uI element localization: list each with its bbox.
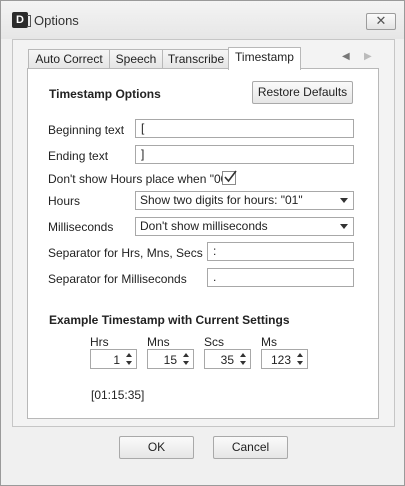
spin-down-icon[interactable] — [240, 361, 246, 365]
example-timestamp-heading: Example Timestamp with Current Settings — [49, 313, 290, 327]
spin-down-icon[interactable] — [126, 361, 132, 365]
dont-show-hours-checkbox[interactable] — [222, 170, 237, 185]
ending-text-input[interactable]: ] — [135, 145, 354, 164]
beginning-text-label: Beginning text — [48, 123, 125, 137]
tab-auto-correct[interactable]: Auto Correct — [28, 49, 110, 69]
separator-ms-input[interactable]: . — [207, 268, 354, 287]
cancel-button[interactable]: Cancel — [213, 436, 288, 459]
timestamp-options-heading: Timestamp Options — [49, 87, 161, 101]
dropdown-arrow-icon — [340, 224, 348, 229]
tab-transcribe[interactable]: Transcribe — [162, 49, 230, 69]
tab-scroll-right-icon[interactable]: ▶ — [364, 51, 372, 62]
separator-ms-label: Separator for Milliseconds — [48, 272, 187, 286]
checkmark-icon — [224, 170, 237, 183]
separator-hms-input[interactable]: : — [207, 242, 354, 261]
window-title: Options — [34, 13, 79, 28]
milliseconds-selected-value: Don't show milliseconds — [140, 219, 268, 233]
close-button[interactable]: ✕ — [366, 13, 396, 30]
hours-select[interactable]: Show two digits for hours: "01" — [135, 191, 354, 210]
spin-up-icon[interactable] — [240, 353, 246, 357]
hrs-spinner[interactable]: 1 — [90, 349, 137, 369]
dropdown-arrow-icon — [340, 198, 348, 203]
ok-button[interactable]: OK — [119, 436, 194, 459]
scs-value: 35 — [220, 353, 234, 367]
scs-label: Scs — [204, 335, 225, 349]
mns-spinner[interactable]: 15 — [147, 349, 194, 369]
ms-value: 123 — [270, 353, 291, 367]
ms-label: Ms — [261, 335, 277, 349]
app-icon: D — [12, 12, 31, 28]
hours-label: Hours — [48, 194, 81, 208]
tab-timestamp[interactable]: Timestamp — [228, 47, 301, 70]
separator-hms-label: Separator for Hrs, Mns, Secs — [48, 246, 203, 260]
hours-selected-value: Show two digits for hours: "01" — [140, 193, 303, 207]
spin-down-icon[interactable] — [183, 361, 189, 365]
tab-scroll-left-icon[interactable]: ◀ — [342, 51, 350, 62]
ending-text-label: Ending text — [48, 149, 109, 163]
milliseconds-label: Milliseconds — [48, 220, 114, 234]
spin-up-icon[interactable] — [297, 353, 303, 357]
mns-value: 15 — [163, 353, 177, 367]
tab-speech[interactable]: Speech — [109, 49, 163, 69]
restore-defaults-button[interactable]: Restore Defaults — [252, 81, 353, 104]
scs-spinner[interactable]: 35 — [204, 349, 251, 369]
example-timestamp-result: [01:15:35] — [91, 388, 145, 402]
close-icon: ✕ — [375, 13, 387, 28]
mns-label: Mns — [147, 335, 170, 349]
spin-up-icon[interactable] — [183, 353, 189, 357]
milliseconds-select[interactable]: Don't show milliseconds — [135, 217, 354, 236]
ms-spinner[interactable]: 123 — [261, 349, 308, 369]
dont-show-hours-label: Don't show Hours place when "00" — [48, 172, 232, 186]
spin-down-icon[interactable] — [297, 361, 303, 365]
beginning-text-input[interactable]: [ — [135, 119, 354, 138]
title-bar[interactable]: D Options ✕ — [1, 1, 404, 39]
hrs-value: 1 — [113, 353, 120, 367]
hrs-label: Hrs — [90, 335, 109, 349]
spin-up-icon[interactable] — [126, 353, 132, 357]
